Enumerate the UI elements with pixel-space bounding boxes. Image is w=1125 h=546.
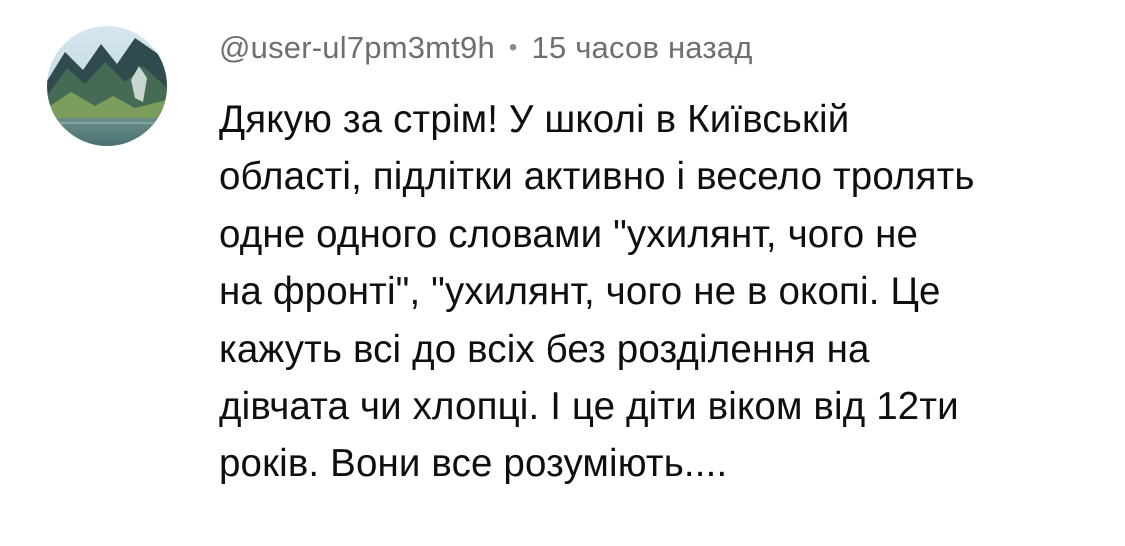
comment-line: одне одного словами "ухилянт, чого не: [219, 212, 919, 256]
comment-line: років. Вони все розуміють....: [219, 442, 728, 486]
comment-time[interactable]: 15 часов назад: [532, 30, 753, 66]
comment-text: Дякую за стрім! У школі в Київській обла…: [219, 91, 1099, 493]
comment-thread: @user-ul7pm3mt9h • 15 часов назад Дякую …: [0, 0, 1125, 546]
comment-line: області, підлітки активно і весело троля…: [219, 155, 975, 199]
comment-line: на фронті", "ухилянт, чого не в окопі. Ц…: [219, 270, 941, 314]
mountain-lake-avatar-icon: [47, 26, 167, 146]
separator-dot: •: [508, 34, 518, 61]
author-name[interactable]: @user-ul7pm3mt9h: [219, 30, 495, 66]
avatar[interactable]: [47, 26, 167, 146]
comment-line: Дякую за стрім! У школі в Київській: [219, 98, 850, 141]
comment-header: @user-ul7pm3mt9h • 15 часов назад: [219, 26, 753, 70]
comment-line: дівчата чи хлопці. І це діти віком від 1…: [219, 385, 959, 429]
comment-line: кажуть всі до всіх без розділення на: [219, 327, 870, 371]
